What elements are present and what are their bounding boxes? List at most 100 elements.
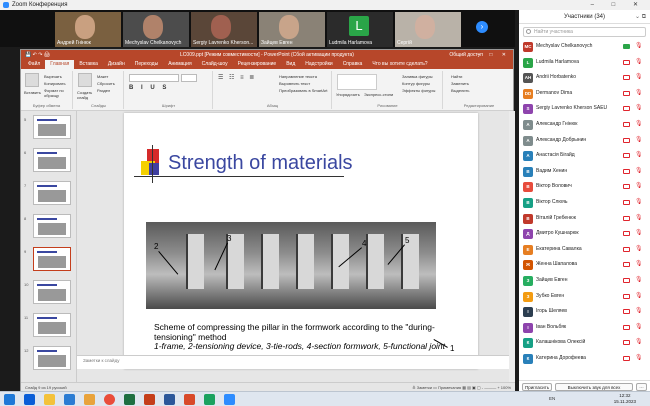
arrange-button[interactable]: Упорядочить [336,92,360,97]
slide-thumbnail[interactable] [33,313,71,337]
ribbon-tab[interactable]: Файл [23,60,45,69]
messenger-icon[interactable] [204,394,215,405]
quick-styles-button[interactable]: Экспресс-стили [364,92,393,97]
slide-thumbnail[interactable] [33,280,71,304]
ribbon-tab[interactable]: Справка [338,60,368,69]
video-tile[interactable]: L Ludmila Harlamova [327,12,393,47]
paste-button[interactable]: Вставить [24,90,41,95]
taskbar-clock[interactable]: 12:32 15.11.2023 [614,393,636,405]
file-explorer-icon[interactable] [44,394,55,405]
slide-thumbnail[interactable] [33,346,71,370]
participant-row[interactable]: Е Екатерина Савалка 🎙 [519,243,650,257]
section-button[interactable]: Раздел [97,88,110,93]
ribbon-tab[interactable]: Что вы хотите сделать? [367,60,432,69]
notes-pane[interactable]: Заметки к слайду [77,355,509,369]
font-format-icons[interactable]: B I U S [129,85,169,91]
shape-effects-button[interactable]: Эффекты фигуры [402,88,435,93]
paste-icon[interactable] [25,73,39,87]
cut-button[interactable]: Вырезать [44,74,62,79]
layout-button[interactable]: Макет [97,74,108,79]
ribbon-tab[interactable]: Главная [45,60,75,69]
slide-legend: 1-frame, 2-tensioning device, 3-tie-rods… [154,341,446,351]
participant-row[interactable]: А Анастасія Бігайд 🎙 [519,149,650,163]
ribbon-tab[interactable]: Вставка [74,60,103,69]
slide-thumbnail[interactable] [33,148,71,172]
more-button[interactable]: ··· [636,383,647,391]
slide-thumbnail[interactable] [33,181,71,205]
text-direction-button[interactable]: Направление текста [279,74,317,79]
new-slide-icon[interactable] [78,73,92,87]
font-size-select[interactable] [181,74,197,82]
participant-row[interactable]: S Sergiy Lavrenko Kherson SAEU 🎙 [519,102,650,116]
current-slide[interactable]: Strength of materials 1 2 3 4 5 Scheme o… [124,113,478,369]
participant-row[interactable]: З Зайцев Евген 🎙 [519,274,650,288]
video-tile[interactable]: Mechyslav Chelkanovych [123,12,189,47]
participant-row[interactable]: А Александр Добрынин 🎙 [519,134,650,148]
participant-row[interactable]: К Катерина Дорофеева 🎙 [519,352,650,366]
participant-row[interactable]: В Віктор Слюяь 🎙 [519,196,650,210]
participant-row[interactable]: З Зубко Евген 🎙 [519,290,650,304]
smartart-button[interactable]: Преобразовать в SmartArt [279,88,328,93]
slide-thumbnail[interactable] [33,214,71,238]
shapes-gallery[interactable] [337,74,377,90]
word-icon[interactable] [64,394,75,405]
zoom-window-controls[interactable]: – □ ✕ [591,0,646,10]
ribbon-tab[interactable]: Рецензирование [233,60,282,69]
pp-window-controls[interactable]: – □ ✕ [477,50,510,60]
word-doc-icon[interactable] [164,394,175,405]
excel-icon[interactable] [124,394,135,405]
quick-access-toolbar[interactable]: 💾 ↶ ↷ 🖨 [25,50,50,60]
acrobat-icon[interactable] [184,394,195,405]
participant-row[interactable]: L Ludmila Harlamova 🎙 [519,56,650,70]
shape-fill-button[interactable]: Заливка фигуры [402,74,433,79]
participant-row[interactable]: DD Dermanov Dima 🎙 [519,87,650,101]
ribbon-tab[interactable]: Вид [281,60,300,69]
ribbon-tab[interactable]: Дизайн [103,60,130,69]
gallery-next-arrow-icon[interactable]: › [476,21,488,33]
participant-row[interactable]: В Віктор Волович 🎙 [519,180,650,194]
participant-row[interactable]: AH Andrii Horbatenko 🎙 [519,71,650,85]
slide-thumbnail[interactable] [33,247,71,271]
ribbon-tab[interactable]: Слайд-шоу [197,60,233,69]
format-painter-button[interactable]: Формат по образцу [44,88,74,98]
invite-button[interactable]: Пригласить [522,383,552,391]
participant-row[interactable]: А Александр Гнінюк 🎙 [519,118,650,132]
participant-row[interactable]: Ж Женна Шапалова 🎙 [519,258,650,272]
find-button[interactable]: Найти [451,74,462,79]
chrome-icon[interactable] [104,394,115,405]
panel-controls[interactable]: ⌄ ⧉ [635,10,646,24]
ie-icon[interactable] [24,394,35,405]
slide-scrollbar[interactable] [509,111,515,383]
ribbon-tab[interactable]: Анимация [163,60,196,69]
powerpoint-icon[interactable] [144,394,155,405]
list-align-icons[interactable]: ☰ ☷ ≡ ≣ [218,74,256,81]
video-tile[interactable]: Андрей Гнінюк [55,12,121,47]
media-player-icon[interactable] [84,394,95,405]
align-text-button[interactable]: Выровнять текст [279,81,310,86]
participant-row[interactable]: В Віталій Гребенюк 🎙 [519,212,650,226]
participant-row[interactable]: MC Mechyslav Chelkanovych 🎙 [519,40,650,54]
participant-row[interactable]: Д Дмитро Кушнарюк 🎙 [519,227,650,241]
participant-search-input[interactable]: Найти участника [523,27,646,37]
ribbon-tab[interactable]: Надстройки [300,60,337,69]
video-tile[interactable]: Зайцев Евген [259,12,325,47]
start-icon[interactable] [4,394,15,405]
participant-row[interactable]: К Калашнікова Олексій 🎙 [519,336,650,350]
slide-thumbnail[interactable] [33,115,71,139]
mute-all-button[interactable]: Выключить звук для всех [555,383,633,391]
tray-language[interactable]: EN [549,396,555,401]
shape-outline-button[interactable]: Контур фигуры [402,81,430,86]
video-tile[interactable]: Сергій [395,12,461,47]
copy-button[interactable]: Копировать [44,81,66,86]
new-slide-button[interactable]: Создать слайд [77,90,97,100]
ribbon-tab[interactable]: Переходы [130,60,163,69]
participant-row[interactable]: В Вадим Хенин 🎙 [519,165,650,179]
video-tile[interactable]: Sergiy Lavrenko Kherson... [191,12,257,47]
zoom-taskbar-icon[interactable] [224,394,235,405]
font-name-select[interactable] [129,74,179,82]
participant-row[interactable]: І Іван Вольбяк 🎙 [519,321,650,335]
replace-button[interactable]: Заменить [451,81,469,86]
select-button[interactable]: Выделить [451,88,469,93]
participant-row[interactable]: І Ігорь Шеляев 🎙 [519,305,650,319]
reset-button[interactable]: Сбросить [97,81,115,86]
